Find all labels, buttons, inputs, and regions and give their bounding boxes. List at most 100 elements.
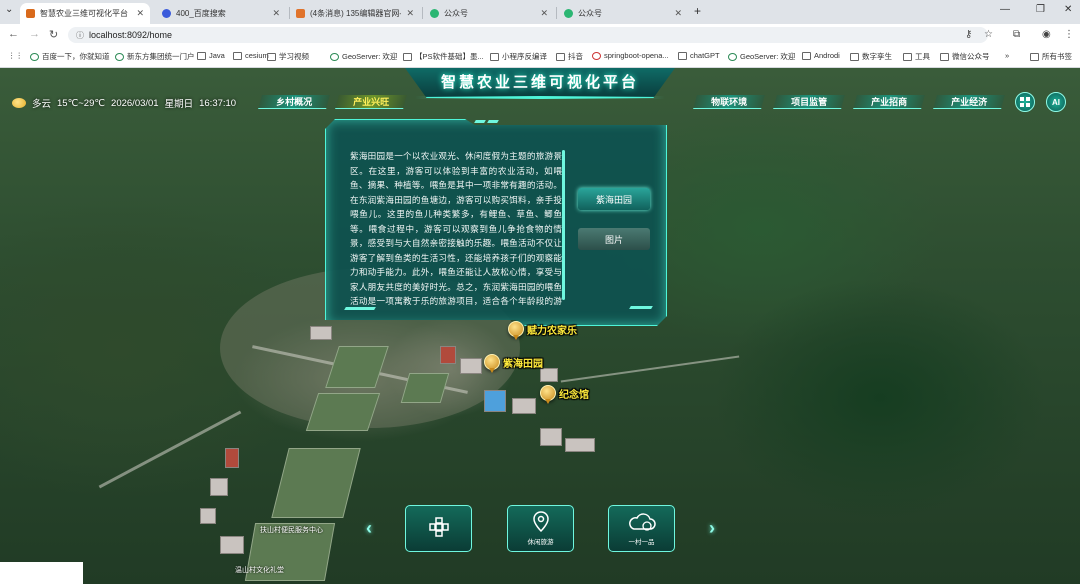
- building: [460, 358, 482, 374]
- address-bar-row: ← → ↻ ⓘ localhost:8092/home ⚷ ☆ ⧉ ◉ ⋮: [0, 24, 1080, 46]
- panel-decoration: [629, 306, 653, 309]
- marker-pin-icon: [508, 321, 524, 340]
- map-marker-memorial-hall[interactable]: 纪念馆: [540, 385, 589, 404]
- bookmarks-bar: ⋮⋮ 百度一下，你就知道 新东方集团统一门户 Java cesium 学习视频 …: [0, 46, 1080, 68]
- bookmark-folder[interactable]: cesium: [233, 51, 269, 60]
- weather-condition: 多云: [32, 99, 52, 110]
- dock-button-leisure-tourism[interactable]: 休闲旅游: [507, 505, 574, 552]
- ai-label: AI: [1052, 97, 1060, 107]
- site-info-icon[interactable]: ⓘ: [76, 30, 84, 41]
- weekday: 星期日: [164, 99, 194, 110]
- url-text: localhost:8092/home: [89, 30, 173, 40]
- building: [540, 368, 558, 382]
- dock-button-one-village-one-product[interactable]: 一村一品: [608, 505, 675, 552]
- bookmark-folder[interactable]: 学习视频: [267, 51, 309, 62]
- baidu-favicon-icon: [162, 9, 171, 18]
- dock-label: 休闲旅游: [527, 539, 554, 546]
- bookmark-item[interactable]: GeoServer: 欢迎: [728, 51, 795, 62]
- building: [565, 438, 595, 452]
- panel-tab-pictures[interactable]: 图片: [578, 228, 650, 250]
- nav-industry-economy[interactable]: 产业经济: [933, 95, 1005, 109]
- page-title: 智慧农业三维可视化平台: [440, 74, 639, 91]
- browser-tab[interactable]: 400_百度搜索 ✕: [156, 3, 286, 24]
- bookmark-folder[interactable]: Androdi: [802, 51, 840, 60]
- marker-label: 紫海田园: [503, 358, 543, 370]
- forward-icon[interactable]: →: [29, 28, 40, 40]
- tab-search-icon[interactable]: ⌄: [5, 4, 13, 15]
- map-marker-zihai-garden[interactable]: 紫海田园: [484, 354, 543, 373]
- browser-tab[interactable]: (4条消息) 135编辑器官网-AI图 ✕: [290, 3, 420, 24]
- panel-decoration: [474, 120, 486, 123]
- grid-icon: [1020, 97, 1030, 107]
- date: 2026/03/01: [111, 97, 159, 109]
- bookmark-folder[interactable]: Java: [197, 51, 225, 60]
- bookmark-folder[interactable]: 微信公众号: [940, 51, 990, 62]
- building: [310, 326, 332, 340]
- nav-investment[interactable]: 产业招商: [853, 95, 925, 109]
- close-icon[interactable]: ✕: [272, 8, 280, 19]
- tab-title: 公众号: [578, 9, 602, 18]
- maximize-icon[interactable]: ❐: [1036, 4, 1045, 15]
- browser-tab[interactable]: 公众号 ✕: [558, 3, 688, 24]
- building: [220, 536, 244, 554]
- nav-project-supervision[interactable]: 项目监管: [773, 95, 845, 109]
- tab-title: 智慧农业三维可视化平台: [40, 9, 128, 18]
- close-icon[interactable]: ✕: [540, 8, 548, 19]
- dock-prev-arrow[interactable]: ‹: [362, 515, 376, 541]
- close-icon[interactable]: ✕: [406, 8, 414, 19]
- url-field[interactable]: ⓘ localhost:8092/home: [68, 27, 988, 43]
- bookmark-folder[interactable]: 抖音: [556, 51, 583, 62]
- header-glow-line: [415, 96, 665, 99]
- all-bookmarks[interactable]: 所有书签: [1030, 51, 1072, 62]
- close-icon[interactable]: ✕: [674, 8, 682, 19]
- tab-title: 400_百度搜索: [176, 9, 226, 18]
- bookmark-folder[interactable]: 数字孪生: [850, 51, 892, 62]
- bookmark-folder[interactable]: 小程序反编译: [490, 51, 547, 62]
- apps-icon[interactable]: ⋮⋮: [8, 51, 23, 60]
- editor-favicon-icon: [296, 9, 305, 18]
- marker-label: 纪念馆: [559, 389, 589, 401]
- extensions-icon[interactable]: ⧉: [1013, 29, 1020, 40]
- wechat-favicon-icon: [430, 9, 439, 18]
- tab-separator: [556, 7, 557, 19]
- menu-icon[interactable]: ⋮: [1064, 29, 1074, 40]
- reload-icon[interactable]: ↻: [49, 28, 58, 41]
- browser-tab[interactable]: 公众号 ✕: [424, 3, 554, 24]
- nav-village-overview[interactable]: 乡村概况: [258, 95, 330, 109]
- dock-button-modules[interactable]: [405, 505, 472, 552]
- panel-tab-zihai-garden[interactable]: 紫海田园: [578, 188, 650, 210]
- location-pin-icon: [532, 511, 549, 533]
- bookmark-item[interactable]: GeoServer: 欢迎: [330, 51, 397, 62]
- building: [200, 508, 216, 524]
- road: [98, 410, 242, 489]
- dock-next-arrow[interactable]: ›: [705, 515, 719, 541]
- building: [484, 390, 506, 412]
- key-icon[interactable]: ⚷: [965, 29, 972, 40]
- dock-label: 一村一品: [628, 539, 655, 546]
- map-marker-farmhouse[interactable]: 赋力农家乐: [508, 321, 577, 340]
- bookmark-item[interactable]: 百度一下，你就知道: [30, 51, 110, 62]
- bookmark-item[interactable]: 【PS软件基础】墨...: [403, 51, 484, 62]
- bookmark-item[interactable]: springboot-opena...: [592, 51, 669, 60]
- grid-menu-button[interactable]: [1015, 92, 1035, 112]
- close-window-icon[interactable]: ✕: [1064, 4, 1072, 15]
- nav-industry-prosperity[interactable]: 产业兴旺: [335, 95, 407, 109]
- minimize-icon[interactable]: —: [1000, 4, 1010, 15]
- profile-icon[interactable]: ◉: [1042, 29, 1051, 40]
- bookmark-folder[interactable]: 工具: [903, 51, 930, 62]
- bookmark-folder[interactable]: chatGPT: [678, 51, 720, 60]
- cloud-leaf-icon: [628, 513, 656, 531]
- back-icon[interactable]: ←: [8, 28, 19, 40]
- nav-iot-environment[interactable]: 物联环境: [693, 95, 765, 109]
- star-icon[interactable]: ☆: [984, 29, 993, 40]
- close-icon[interactable]: ✕: [136, 8, 144, 19]
- field: [305, 393, 381, 431]
- panel-scrollbar[interactable]: [562, 150, 565, 300]
- bookmark-item[interactable]: 新东方集团统一门户: [115, 51, 195, 62]
- building: [225, 448, 239, 468]
- ai-assistant-button[interactable]: AI: [1046, 92, 1066, 112]
- platform-favicon-icon: [26, 9, 35, 18]
- new-tab-button[interactable]: +: [694, 4, 701, 18]
- more-bookmarks-icon[interactable]: »: [1005, 51, 1009, 60]
- browser-tab-active[interactable]: 智慧农业三维可视化平台 ✕: [20, 3, 150, 24]
